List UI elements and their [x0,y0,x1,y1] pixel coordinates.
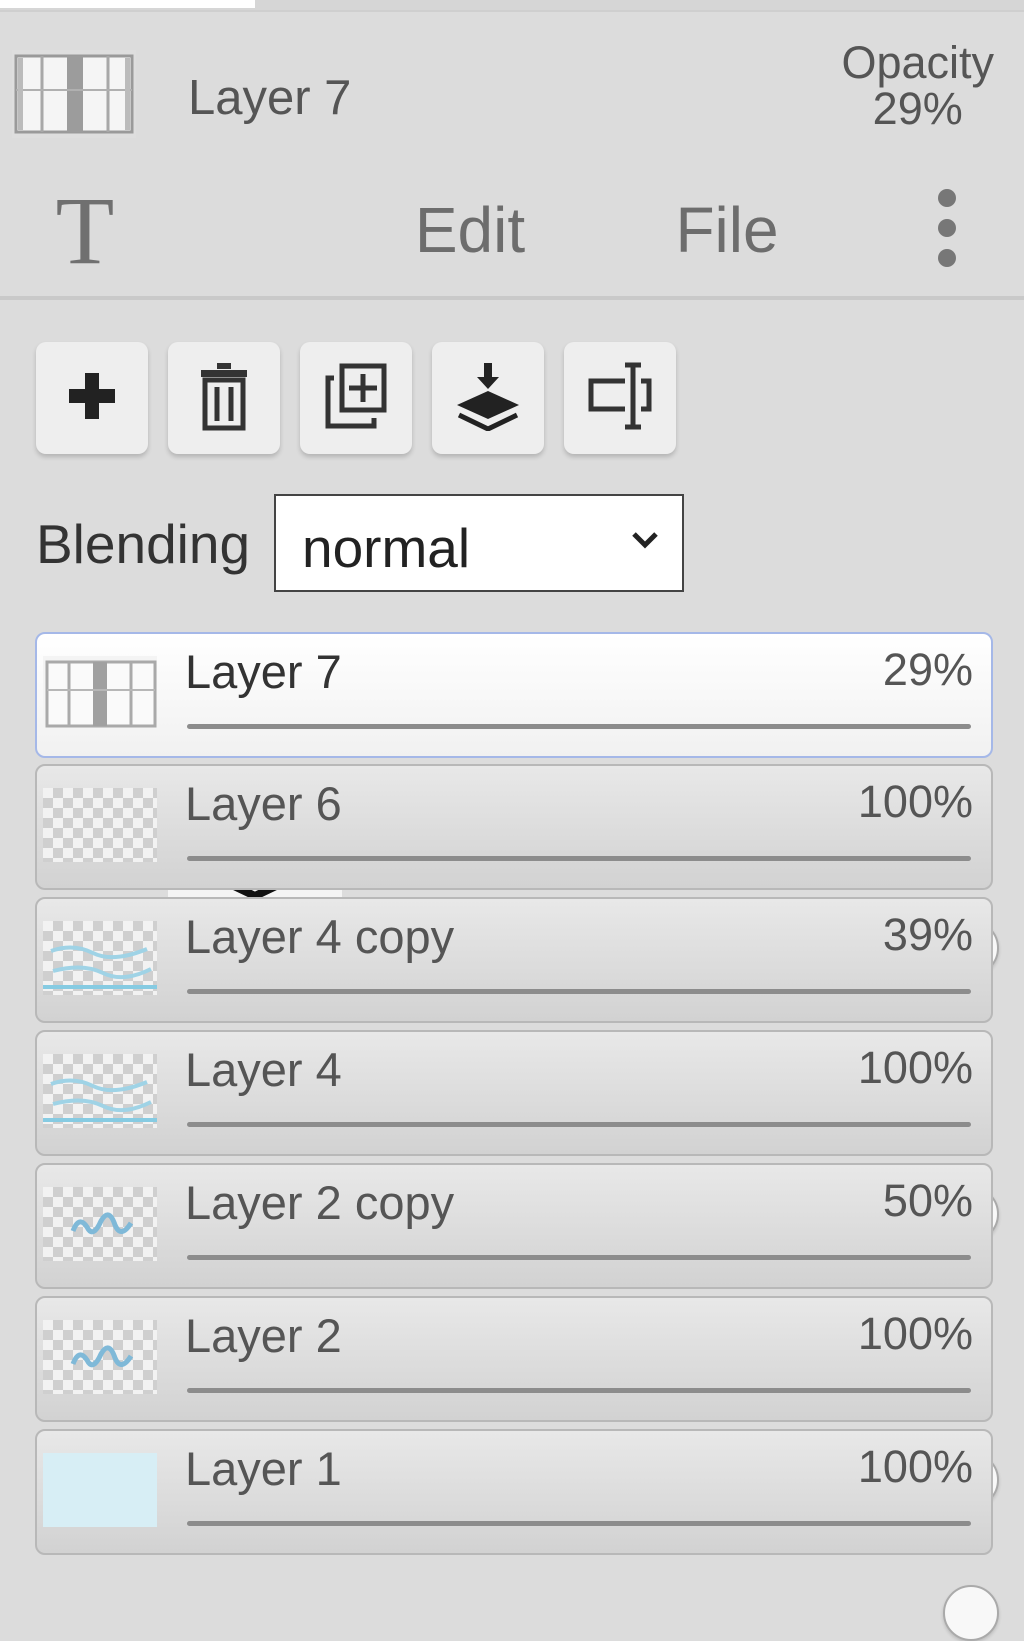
top-strip [0,0,1024,12]
more-vertical-icon [935,188,959,273]
layer-opacity-value: 39% [882,909,973,960]
layer-row-1[interactable]: Layer 1 100% [35,1429,999,1641]
merge-down-icon [455,361,521,436]
layer-row-2[interactable]: Layer 2 100% [35,1296,999,1508]
layer-row-7[interactable]: Layer 7 29% [35,632,993,844]
layer-thumbnail [43,1320,157,1394]
layer-thumbnail [43,921,157,995]
layer-thumbnail [43,1054,157,1128]
rename-layer-button[interactable] [564,342,676,454]
layer-row-4-copy[interactable]: Layer 4 copy 39% [35,897,993,1109]
text-tool-icon: T [55,176,115,284]
tab-bar-divider [0,296,1024,300]
blending-select[interactable]: normal [274,494,684,592]
opacity-slider-track[interactable] [187,724,971,844]
add-layer-icon [67,371,117,426]
blending-row: Blending normal [36,494,686,594]
layer-name: Layer 1 [185,1442,342,1495]
opacity-slider-track[interactable] [187,1521,999,1641]
top-strip-divider [0,10,1024,12]
current-layer-name: Layer 7 [188,71,352,125]
layer-opacity-value: 100% [857,1308,973,1359]
current-layer-opacity: Opacity 29% [841,40,994,132]
layer-header: Layer 7 Opacity 29% [0,14,1024,164]
duplicate-layer-icon [324,362,388,435]
duplicate-layer-button[interactable] [300,342,412,454]
layer-name: Layer 4 [185,1043,342,1096]
blending-select-value: normal [302,517,471,579]
more-menu-button[interactable] [922,164,972,296]
opacity-slider-track[interactable] [187,989,971,1109]
layer-thumbnail [43,1453,157,1527]
opacity-slider-track[interactable] [187,1255,971,1375]
layer-name: Layer 6 [185,777,342,830]
layer-opacity-value: 29% [882,644,973,695]
merge-down-button[interactable] [432,342,544,454]
tab-bar: T Edit File [0,164,1024,932]
opacity-slider-knob[interactable] [943,1585,999,1641]
top-strip-tab [0,0,255,8]
chevron-down-icon [630,530,660,555]
layer-thumbnail [43,656,157,730]
layer-row-6[interactable]: Layer 6 100% [35,764,999,976]
layer-name: Layer 4 copy [185,910,455,963]
tab-file[interactable]: File [672,164,782,296]
layer-name: Layer 2 copy [185,1176,455,1229]
opacity-slider-track[interactable] [187,1388,999,1508]
layer-name: Layer 7 [185,645,342,698]
current-layer-thumbnail [12,50,136,138]
rename-layer-icon [585,361,655,436]
delete-layer-button[interactable] [168,342,280,454]
tab-edit[interactable]: Edit [410,164,530,296]
tab-text[interactable]: T [40,164,130,296]
add-layer-button[interactable] [36,342,148,454]
layer-thumbnail [43,788,157,862]
layer-name: Layer 2 [185,1309,342,1362]
layer-row-2-copy[interactable]: Layer 2 copy 50% [35,1163,993,1375]
blending-label: Blending [36,513,251,575]
opacity-slider-track[interactable] [187,1122,999,1242]
opacity-value: 29% [872,83,963,134]
layer-thumbnail [43,1187,157,1261]
layer-opacity-value: 50% [882,1175,973,1226]
layer-opacity-value: 100% [857,1441,973,1492]
layer-opacity-value: 100% [857,1042,973,1093]
opacity-slider-track[interactable] [187,856,999,976]
opacity-label: Opacity [841,37,994,88]
layer-opacity-value: 100% [857,776,973,827]
trash-icon [199,361,249,436]
layer-row-4[interactable]: Layer 4 100% [35,1030,999,1242]
